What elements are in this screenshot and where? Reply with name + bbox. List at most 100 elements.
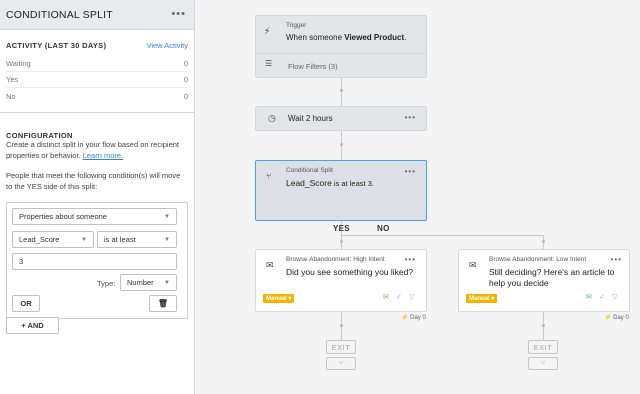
email-node-high-intent[interactable]: ✉ Browse Abandonment: High Intent Did yo… <box>255 249 427 312</box>
trigger-description: When someone Viewed Product. <box>286 33 406 42</box>
field-value: Lead_Score <box>19 235 60 244</box>
checkmark-icon: ✓ <box>396 294 402 301</box>
connector-dot <box>340 143 343 146</box>
exit-label: EXIT <box>331 342 351 352</box>
day-indicator: ⚡ Day 0 <box>604 315 629 321</box>
day-indicator: ⚡ Day 0 <box>401 315 426 321</box>
conditional-split-node[interactable]: ⑂ Conditional Split Lead_Score is at lea… <box>255 160 427 221</box>
split-field: Lead_Score <box>286 178 332 188</box>
merge-icon: ⑂ <box>338 360 344 367</box>
status-text: Manual <box>266 296 287 302</box>
split-icon: ⑂ <box>266 171 272 181</box>
trigger-event: Viewed Product <box>344 33 405 42</box>
split-label: Conditional Split <box>286 167 333 174</box>
connector-dot <box>542 240 545 243</box>
email-subject-line1: Still deciding? Here's an article to <box>489 267 615 277</box>
value-input-text: 3 <box>19 257 24 266</box>
view-activity-link[interactable]: View Activity <box>146 41 188 50</box>
wait-text: Wait 2 hours <box>288 114 333 123</box>
condition-description: People that meet the following condition… <box>6 171 181 191</box>
exit-label: EXIT <box>533 342 553 352</box>
activity-row-no: No 0 <box>6 88 188 104</box>
chevron-down-icon: ▼ <box>164 213 170 220</box>
or-button[interactable]: OR <box>12 295 40 312</box>
activity-header: ACTIVITY (LAST 30 DAYS) View Activity <box>6 39 188 51</box>
flow-canvas[interactable]: ⚡︎ Trigger When someone Viewed Product. … <box>196 0 640 394</box>
property-type-value: Properties about someone <box>19 212 107 221</box>
field-select[interactable]: Lead_Score ▼ <box>12 231 94 248</box>
activity-label: Waiting <box>6 59 31 68</box>
day-text: Day 0 <box>613 315 629 321</box>
section-divider <box>0 112 194 113</box>
email-check-icon: ✉ <box>383 294 389 301</box>
and-button-label: + AND <box>21 321 44 330</box>
activity-row-yes: Yes 0 <box>6 72 188 88</box>
trigger-text: When someone <box>286 33 345 42</box>
filter-icon: ▽ <box>409 294 415 301</box>
email-check-icon: ✉ <box>586 294 592 301</box>
configuration-description: Create a distinct split in your flow bas… <box>6 139 188 161</box>
type-value: Number <box>127 278 154 287</box>
no-branch-label: NO <box>377 224 390 233</box>
sidebar-header: CONDITIONAL SPLIT ••• <box>0 0 194 30</box>
more-dots-icon[interactable]: ••• <box>405 168 416 176</box>
configuration-header: CONFIGURATION <box>6 125 188 140</box>
activity-value: 0 <box>183 91 188 101</box>
split-condition: Lead_Score is at least 3. <box>286 178 374 188</box>
activity-heading: ACTIVITY (LAST 30 DAYS) <box>6 40 107 50</box>
trigger-node[interactable]: ⚡︎ Trigger When someone Viewed Product. … <box>255 15 427 78</box>
learn-more-link[interactable]: Learn more. <box>83 151 123 160</box>
flow-filters-link[interactable]: Flow Filters (3) <box>288 62 338 71</box>
trigger-label: Trigger <box>286 22 307 29</box>
status-text: Manual <box>469 296 490 302</box>
type-select[interactable]: Number ▼ <box>120 274 177 291</box>
split-condition-text: is at least 3. <box>331 179 374 188</box>
sidebar-title: CONDITIONAL SPLIT <box>6 8 113 21</box>
wait-node[interactable]: ◷ Wait 2 hours ••• <box>255 106 427 131</box>
manual-status-badge[interactable]: Manual ▾ <box>466 294 498 303</box>
activity-row-waiting: Waiting 0 <box>6 56 188 72</box>
trigger-divider <box>256 53 426 54</box>
activity-label: No <box>6 91 16 101</box>
activity-label: Yes <box>6 75 19 84</box>
checkmark-icon: ✓ <box>599 294 605 301</box>
delete-condition-button[interactable]: 🗑 <box>149 295 177 312</box>
value-input[interactable]: 3 <box>12 253 177 270</box>
operator-select[interactable]: is at least ▼ <box>97 231 177 248</box>
more-dots-icon[interactable]: ••• <box>611 256 622 264</box>
trash-icon: 🗑 <box>157 299 169 308</box>
filter-list-icon: ☰ <box>265 59 273 68</box>
email-node-low-intent[interactable]: ✉ Browse Abandonment: Low Intent Still d… <box>458 249 630 312</box>
clock-icon: ◷ <box>268 113 276 123</box>
property-type-select[interactable]: Properties about someone ▼ <box>12 208 177 225</box>
connector-dot <box>542 324 545 327</box>
connector-dot <box>340 240 343 243</box>
operator-value: is at least <box>104 235 136 244</box>
trigger-text-end: . <box>404 33 407 42</box>
activity-value: 0 <box>183 59 188 68</box>
condition-group: Properties about someone ▼ Lead_Score ▼ … <box>6 202 188 319</box>
type-label: Type: <box>97 279 116 288</box>
connector-dot <box>340 89 343 92</box>
manual-status-badge[interactable]: Manual ▾ <box>263 294 295 303</box>
email-label: Browse Abandonment: High Intent <box>286 256 385 263</box>
chevron-down-icon: ▼ <box>164 279 170 286</box>
connector-dot <box>340 324 343 327</box>
add-and-condition-button[interactable]: + AND <box>6 317 59 334</box>
chevron-down-icon: ▼ <box>164 236 170 243</box>
connector-line <box>341 235 544 236</box>
sidebar-panel: CONDITIONAL SPLIT ••• ACTIVITY (LAST 30 … <box>0 0 195 394</box>
more-dots-icon[interactable]: ••• <box>405 114 416 122</box>
add-step-button[interactable]: ⑂ <box>326 357 356 370</box>
filter-icon: ▽ <box>612 294 618 301</box>
day-text: Day 0 <box>410 315 426 321</box>
add-step-button[interactable]: ⑂ <box>528 357 558 370</box>
more-dots-icon[interactable]: ••• <box>171 9 186 20</box>
email-label: Browse Abandonment: Low Intent <box>489 256 587 263</box>
lightning-icon: ⚡︎ <box>264 26 271 36</box>
more-dots-icon[interactable]: ••• <box>405 256 416 264</box>
exit-node[interactable]: EXIT <box>326 340 356 354</box>
yes-branch-label: YES <box>333 224 350 233</box>
exit-node[interactable]: EXIT <box>528 340 558 354</box>
envelope-icon: ✉ <box>266 260 274 270</box>
